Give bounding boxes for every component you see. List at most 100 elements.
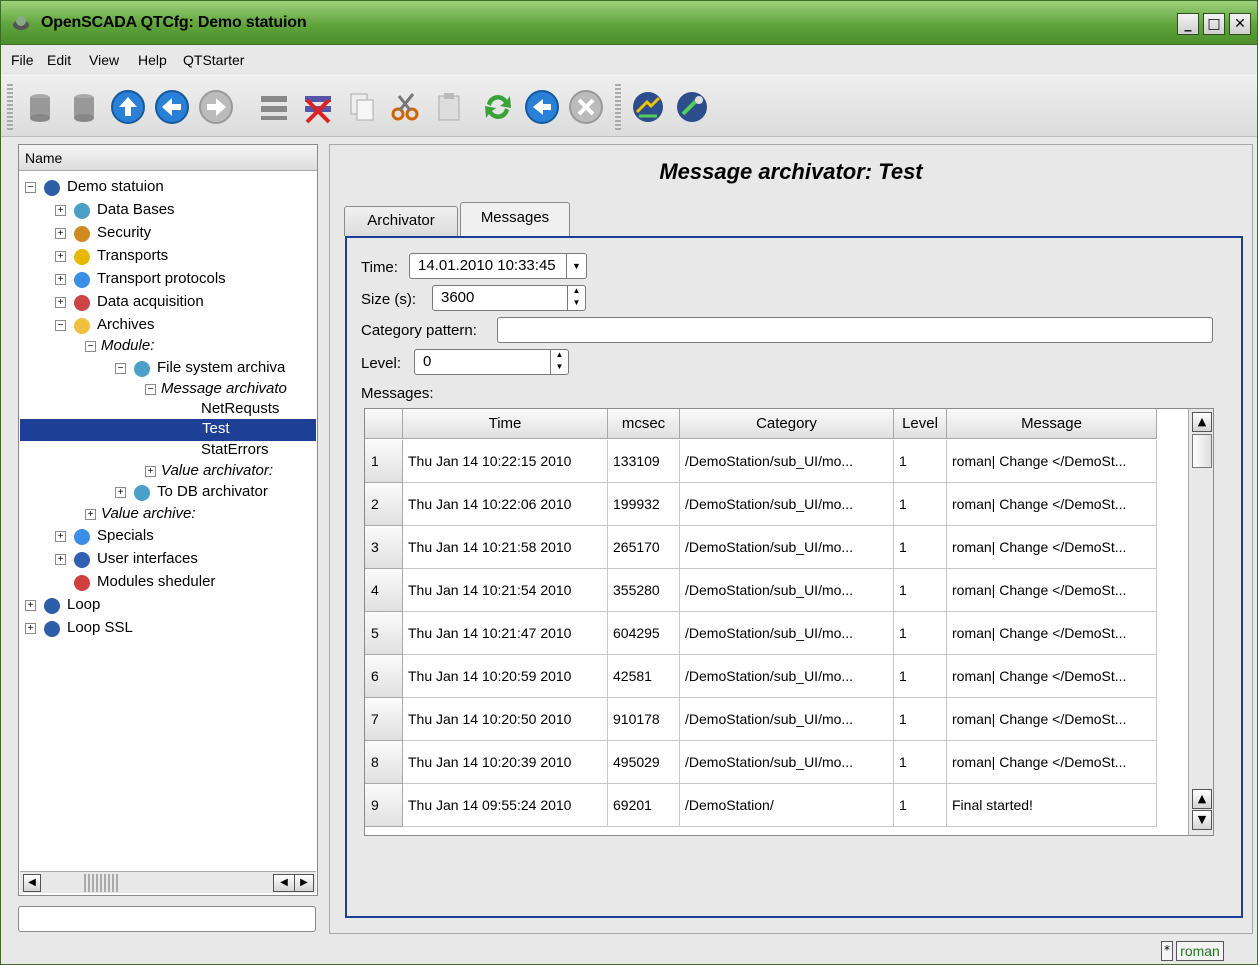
minimize-button[interactable]: _ — [1177, 13, 1199, 35]
column-header-time[interactable]: Time — [403, 409, 608, 439]
scroll-left-small-icon[interactable]: ◀ — [273, 874, 295, 892]
row-header[interactable]: 4 — [365, 569, 403, 612]
refresh-icon[interactable] — [477, 86, 519, 128]
expand-icon[interactable]: + — [55, 205, 66, 216]
cell-category[interactable]: /DemoStation/sub_UI/mo... — [680, 698, 894, 741]
cell-time[interactable]: Thu Jan 14 10:20:59 2010 — [403, 655, 608, 698]
cell-category[interactable]: /DemoStation/sub_UI/mo... — [680, 526, 894, 569]
column-header-level[interactable]: Level — [894, 409, 947, 439]
scroll-thumb[interactable] — [1192, 434, 1212, 468]
tree-item-netrequsts[interactable]: NetRequsts — [19, 399, 315, 421]
tree-item-value-archive[interactable]: + Value archive: — [19, 504, 315, 526]
cell-category[interactable]: /DemoStation/sub_UI/mo... — [680, 569, 894, 612]
cell-message[interactable]: Final started! — [947, 784, 1157, 827]
tree-item-modules-sheduler[interactable]: Modules sheduler — [19, 572, 315, 594]
tree-item-transports[interactable]: + Transports — [19, 246, 315, 268]
cell-time[interactable]: Thu Jan 14 09:55:24 2010 — [403, 784, 608, 827]
tree-item-data-acquisition[interactable]: + Data acquisition — [19, 292, 315, 314]
cell-message[interactable]: roman| Change </DemoSt... — [947, 569, 1157, 612]
scroll-up-small-icon[interactable]: ▲ — [1192, 789, 1212, 809]
paste-icon[interactable] — [429, 86, 471, 128]
column-header-message[interactable]: Message — [947, 409, 1157, 439]
tree-item-transport-protocols[interactable]: + Transport protocols — [19, 269, 315, 291]
tree-horizontal-scrollbar[interactable]: ◀ ◀ ▶ — [20, 871, 316, 893]
row-header[interactable]: 5 — [365, 612, 403, 655]
cell-level[interactable]: 1 — [894, 526, 947, 569]
tree-item-staterrors[interactable]: StatErrors — [19, 440, 315, 462]
menu-qtstarter[interactable]: QTStarter — [183, 52, 244, 68]
cell-time[interactable]: Thu Jan 14 10:20:50 2010 — [403, 698, 608, 741]
copy-icon[interactable] — [341, 86, 383, 128]
back-icon[interactable] — [151, 86, 193, 128]
delete-item-icon[interactable] — [297, 86, 339, 128]
expand-icon[interactable]: + — [55, 297, 66, 308]
cell-level[interactable]: 1 — [894, 655, 947, 698]
cell-message[interactable]: roman| Change </DemoSt... — [947, 741, 1157, 784]
cell-message[interactable]: roman| Change </DemoSt... — [947, 698, 1157, 741]
cell-message[interactable]: roman| Change </DemoSt... — [947, 526, 1157, 569]
collapse-icon[interactable]: − — [55, 320, 66, 331]
forward-icon[interactable] — [195, 86, 237, 128]
cut-icon[interactable] — [385, 86, 427, 128]
tree-item-value-archivator[interactable]: + Value archivator: — [19, 461, 315, 483]
menu-help[interactable]: Help — [138, 52, 167, 68]
menu-edit[interactable]: Edit — [47, 52, 71, 68]
tree-item-security[interactable]: + Security — [19, 223, 315, 245]
cell-time[interactable]: Thu Jan 14 10:22:06 2010 — [403, 483, 608, 526]
dropdown-arrow-icon[interactable]: ▼ — [566, 254, 586, 278]
cell-time[interactable]: Thu Jan 14 10:21:47 2010 — [403, 612, 608, 655]
cell-message[interactable]: roman| Change </DemoSt... — [947, 483, 1157, 526]
cell-category[interactable]: /DemoStation/sub_UI/mo... — [680, 612, 894, 655]
qtcfg-icon[interactable] — [671, 86, 713, 128]
row-header[interactable]: 9 — [365, 784, 403, 827]
cell-message[interactable]: roman| Change </DemoSt... — [947, 440, 1157, 483]
title-bar[interactable]: OpenSCADA QTCfg: Demo statuion _ □ ✕ — [1, 1, 1257, 45]
collapse-icon[interactable]: − — [115, 363, 126, 374]
tree-item-archives[interactable]: − Archives — [19, 315, 315, 337]
expand-icon[interactable]: + — [25, 600, 36, 611]
category-pattern-input[interactable] — [497, 317, 1213, 343]
cell-mcsec[interactable]: 42581 — [608, 655, 680, 698]
scroll-down-icon[interactable]: ▼ — [1192, 810, 1212, 830]
tree-item-module[interactable]: − Module: — [19, 336, 315, 358]
cell-time[interactable]: Thu Jan 14 10:22:15 2010 — [403, 440, 608, 483]
expand-icon[interactable]: + — [55, 531, 66, 542]
tab-archivator[interactable]: Archivator — [344, 206, 458, 236]
stop-icon[interactable] — [565, 86, 607, 128]
collapse-icon[interactable]: − — [25, 182, 36, 193]
cell-level[interactable]: 1 — [894, 569, 947, 612]
scroll-left-icon[interactable]: ◀ — [23, 874, 41, 892]
close-button[interactable]: ✕ — [1229, 13, 1251, 35]
user-badge[interactable]: roman — [1176, 941, 1224, 961]
size-spin-buttons[interactable]: ▲ ▼ — [567, 285, 585, 311]
cell-mcsec[interactable]: 69201 — [608, 784, 680, 827]
cell-category[interactable]: /DemoStation/sub_UI/mo... — [680, 655, 894, 698]
cell-time[interactable]: Thu Jan 14 10:20:39 2010 — [403, 741, 608, 784]
cell-category[interactable]: /DemoStation/sub_UI/mo... — [680, 741, 894, 784]
tree-item-test[interactable]: Test — [20, 419, 316, 441]
toolbar-grip[interactable] — [7, 84, 13, 130]
cell-category[interactable]: /DemoStation/sub_UI/mo... — [680, 483, 894, 526]
cell-message[interactable]: roman| Change </DemoSt... — [947, 655, 1157, 698]
tree-item-to-db-archivator[interactable]: + To DB archivator — [19, 482, 315, 504]
cell-level[interactable]: 1 — [894, 440, 947, 483]
db-load-icon[interactable] — [19, 86, 61, 128]
level-spin-buttons[interactable]: ▲ ▼ — [550, 349, 568, 375]
time-select[interactable]: 14.01.2010 10:33:45 ▼ — [409, 253, 587, 279]
expand-icon[interactable]: + — [55, 554, 66, 565]
scroll-up-icon[interactable]: ▲ — [1192, 412, 1212, 432]
expand-icon[interactable]: + — [115, 487, 126, 498]
expand-icon[interactable]: + — [145, 466, 156, 477]
size-spinbox[interactable]: 3600 ▲ ▼ — [432, 285, 586, 311]
tree-item-message-archivato[interactable]: − Message archivato — [19, 379, 315, 401]
cell-level[interactable]: 1 — [894, 483, 947, 526]
tree-item-demo-statuion[interactable]: − Demo statuion — [19, 177, 315, 199]
cell-message[interactable]: roman| Change </DemoSt... — [947, 612, 1157, 655]
cell-time[interactable]: Thu Jan 14 10:21:54 2010 — [403, 569, 608, 612]
cell-level[interactable]: 1 — [894, 784, 947, 827]
row-header[interactable]: 8 — [365, 741, 403, 784]
level-spinbox[interactable]: 0 ▲ ▼ — [414, 349, 569, 375]
cell-mcsec[interactable]: 495029 — [608, 741, 680, 784]
tree-item-loop[interactable]: + Loop — [19, 595, 315, 617]
menu-view[interactable]: View — [89, 52, 119, 68]
